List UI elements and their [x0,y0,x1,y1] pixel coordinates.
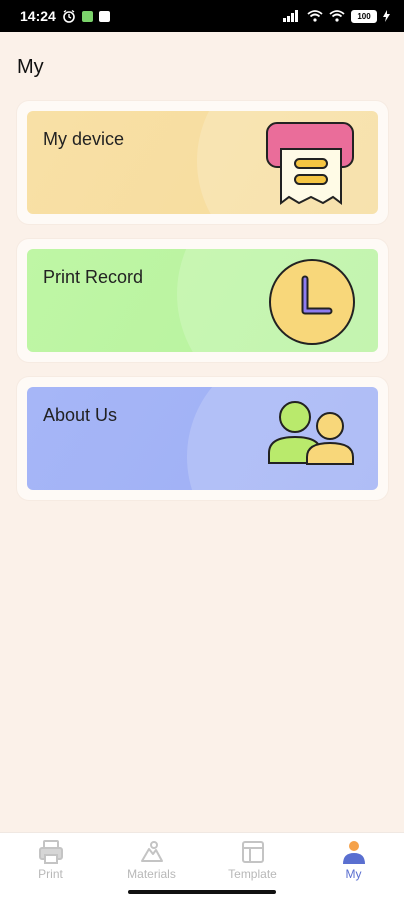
nav-item-my[interactable]: My [303,839,404,881]
nav-label-materials: Materials [127,867,176,881]
status-bar: 14:24 100 [0,0,404,32]
template-icon [241,841,264,863]
wifi-icon [307,10,323,22]
alarm-icon [63,9,75,23]
printer-icon [38,840,63,864]
nav-label-my: My [345,867,362,881]
status-bar-right: 100 [283,9,390,23]
battery-icon: 100 [351,9,377,23]
nav-item-template[interactable]: Template [202,839,303,881]
nav-item-materials[interactable]: Materials [101,839,202,881]
clock-icon [269,259,355,345]
nav-label-template: Template [228,867,277,881]
printer-receipt-icon [266,122,354,205]
nav-item-print[interactable]: Print [0,839,101,881]
users-icon [268,401,354,465]
status-bar-left: 14:24 [20,8,110,24]
about-us-card-body[interactable]: About Us [27,387,378,490]
about-us-card[interactable]: About Us [17,377,388,500]
nav-label-print: Print [38,867,63,881]
materials-icon [140,841,163,862]
person-icon [342,841,365,864]
status-time: 14:24 [20,8,56,24]
signal-icon [283,10,298,22]
my-device-card[interactable]: My device [17,101,388,224]
app-notification-icon [81,10,93,22]
wifi-icon-2 [329,10,345,22]
print-record-card[interactable]: Print Record [17,239,388,362]
my-device-card-body[interactable]: My device [27,111,378,214]
about-us-label: About Us [43,405,118,425]
app-notification-icon-2 [98,10,110,22]
print-record-label: Print Record [43,267,144,287]
charging-icon [383,10,390,22]
page-title: My [17,56,44,78]
home-indicator[interactable] [128,890,276,894]
print-record-card-body[interactable]: Print Record [27,249,378,352]
my-device-label: My device [43,129,125,149]
